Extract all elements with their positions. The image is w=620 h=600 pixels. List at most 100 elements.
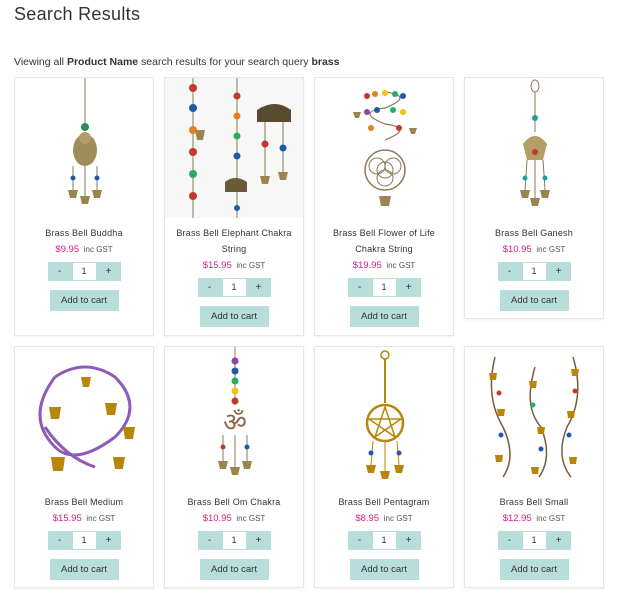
tax-label: inc GST [536, 245, 566, 254]
pentagram-chime-icon [365, 350, 405, 479]
quantity-stepper: - 1 + [15, 262, 153, 281]
price-line: $19.95 inc GST [315, 259, 453, 273]
product-price: $19.95 [352, 260, 382, 271]
product-price: $8.95 [355, 513, 380, 524]
decrease-quantity-button[interactable]: - [47, 531, 72, 550]
summary-prefix: Viewing all [14, 56, 65, 68]
tax-label: inc GST [383, 514, 413, 523]
add-to-cart-button[interactable]: Add to cart [49, 290, 119, 311]
add-to-cart-button[interactable]: Add to cart [499, 559, 569, 580]
quantity-input[interactable]: 1 [371, 531, 397, 550]
quantity-stepper: - 1 + [315, 278, 453, 297]
increase-quantity-button[interactable]: + [546, 531, 571, 550]
decrease-quantity-button[interactable]: - [197, 531, 222, 550]
product-name[interactable]: Brass Bell Ganesh [465, 225, 603, 241]
add-to-cart-button[interactable]: Add to cart [349, 559, 419, 580]
product-card: Brass Bell Buddha $9.95 inc GST - 1 + Ad… [14, 77, 154, 336]
product-price: $12.95 [502, 513, 532, 524]
product-image[interactable] [315, 78, 453, 218]
product-price: $10.95 [202, 513, 232, 524]
product-image[interactable] [15, 347, 153, 487]
product-card: Brass Bell Small $12.95 inc GST - 1 + Ad… [464, 346, 604, 588]
quantity-stepper: - 1 + [465, 262, 603, 281]
product-price: $15.95 [202, 260, 232, 271]
product-card: Brass Bell Elephant Chakra String $15.95… [164, 77, 304, 336]
price-line: $12.95 inc GST [465, 512, 603, 526]
product-name[interactable]: Brass Bell Flower of Life Chakra String [315, 225, 453, 257]
product-image[interactable] [465, 78, 603, 218]
ganesh-chime-icon [520, 79, 550, 206]
product-name[interactable]: Brass Bell Elephant Chakra String [165, 225, 303, 257]
product-card: Brass Bell Medium $15.95 inc GST - 1 + A… [14, 346, 154, 588]
increase-quantity-button[interactable]: + [546, 262, 571, 281]
decrease-quantity-button[interactable]: - [497, 531, 522, 550]
price-line: $9.95 inc GST [15, 243, 153, 257]
quantity-input[interactable]: 1 [221, 278, 247, 297]
increase-quantity-button[interactable]: + [96, 531, 121, 550]
summary-field: Product Name [66, 56, 139, 68]
search-summary: Viewing all Product Name search results … [14, 56, 340, 68]
product-card: ॐ Brass Bell Om Chakra $10.95 inc GST - … [164, 346, 304, 588]
product-price: $15.95 [52, 513, 82, 524]
purple-rope-bells-icon [38, 365, 135, 471]
quantity-input[interactable]: 1 [521, 262, 547, 281]
increase-quantity-button[interactable]: + [396, 278, 421, 297]
add-to-cart-button[interactable]: Add to cart [349, 306, 419, 327]
tax-label: inc GST [83, 245, 113, 254]
product-name[interactable]: Brass Bell Buddha [15, 225, 153, 241]
summary-mid: search results for your search query [141, 56, 309, 68]
product-image[interactable] [315, 347, 453, 487]
increase-quantity-button[interactable]: + [246, 531, 271, 550]
increase-quantity-button[interactable]: + [246, 278, 271, 297]
tax-label: inc GST [236, 514, 266, 523]
product-name[interactable]: Brass Bell Om Chakra [165, 494, 303, 510]
tax-label: inc GST [386, 261, 416, 270]
product-card: Brass Bell Flower of Life Chakra String … [314, 77, 454, 336]
quantity-input[interactable]: 1 [371, 278, 397, 297]
tax-label: inc GST [536, 514, 566, 523]
quantity-input[interactable]: 1 [521, 531, 547, 550]
add-to-cart-button[interactable]: Add to cart [49, 559, 119, 580]
om-chime-icon: ॐ [218, 347, 252, 475]
product-image[interactable] [165, 78, 303, 218]
quantity-input[interactable]: 1 [71, 531, 97, 550]
quantity-stepper: - 1 + [465, 531, 603, 550]
increase-quantity-button[interactable]: + [396, 531, 421, 550]
price-line: $15.95 inc GST [165, 259, 303, 273]
quantity-stepper: - 1 + [165, 278, 303, 297]
quantity-input[interactable]: 1 [71, 262, 97, 281]
decrease-quantity-button[interactable]: - [497, 262, 522, 281]
page-title: Search Results [14, 4, 141, 24]
quantity-stepper: - 1 + [15, 531, 153, 550]
product-card: Brass Bell Ganesh $10.95 inc GST - 1 + A… [464, 77, 604, 319]
product-image[interactable] [15, 78, 153, 218]
decrease-quantity-button[interactable]: - [347, 531, 372, 550]
buddha-chime-icon [68, 78, 102, 204]
product-price: $9.95 [55, 244, 80, 255]
product-name[interactable]: Brass Bell Pentagram [315, 494, 453, 510]
add-to-cart-button[interactable]: Add to cart [199, 306, 269, 327]
price-line: $10.95 inc GST [165, 512, 303, 526]
product-price: $10.95 [502, 244, 532, 255]
decrease-quantity-button[interactable]: - [47, 262, 72, 281]
add-to-cart-button[interactable]: Add to cart [499, 290, 569, 311]
elephant-chime-icon [189, 78, 291, 218]
price-line: $10.95 inc GST [465, 243, 603, 257]
decrease-quantity-button[interactable]: - [197, 278, 222, 297]
flower-of-life-chime-icon [353, 90, 417, 206]
small-bell-string-icon [489, 356, 579, 478]
quantity-stepper: - 1 + [315, 531, 453, 550]
search-term: brass [311, 56, 340, 68]
product-name[interactable]: Brass Bell Medium [15, 494, 153, 510]
product-image[interactable]: ॐ [165, 347, 303, 487]
product-image[interactable] [465, 347, 603, 487]
svg-text:ॐ: ॐ [223, 408, 247, 438]
product-card: Brass Bell Pentagram $8.95 inc GST - 1 +… [314, 346, 454, 588]
decrease-quantity-button[interactable]: - [347, 278, 372, 297]
tax-label: inc GST [236, 261, 266, 270]
price-line: $15.95 inc GST [15, 512, 153, 526]
increase-quantity-button[interactable]: + [96, 262, 121, 281]
quantity-input[interactable]: 1 [221, 531, 247, 550]
product-name[interactable]: Brass Bell Small [465, 494, 603, 510]
add-to-cart-button[interactable]: Add to cart [199, 559, 269, 580]
